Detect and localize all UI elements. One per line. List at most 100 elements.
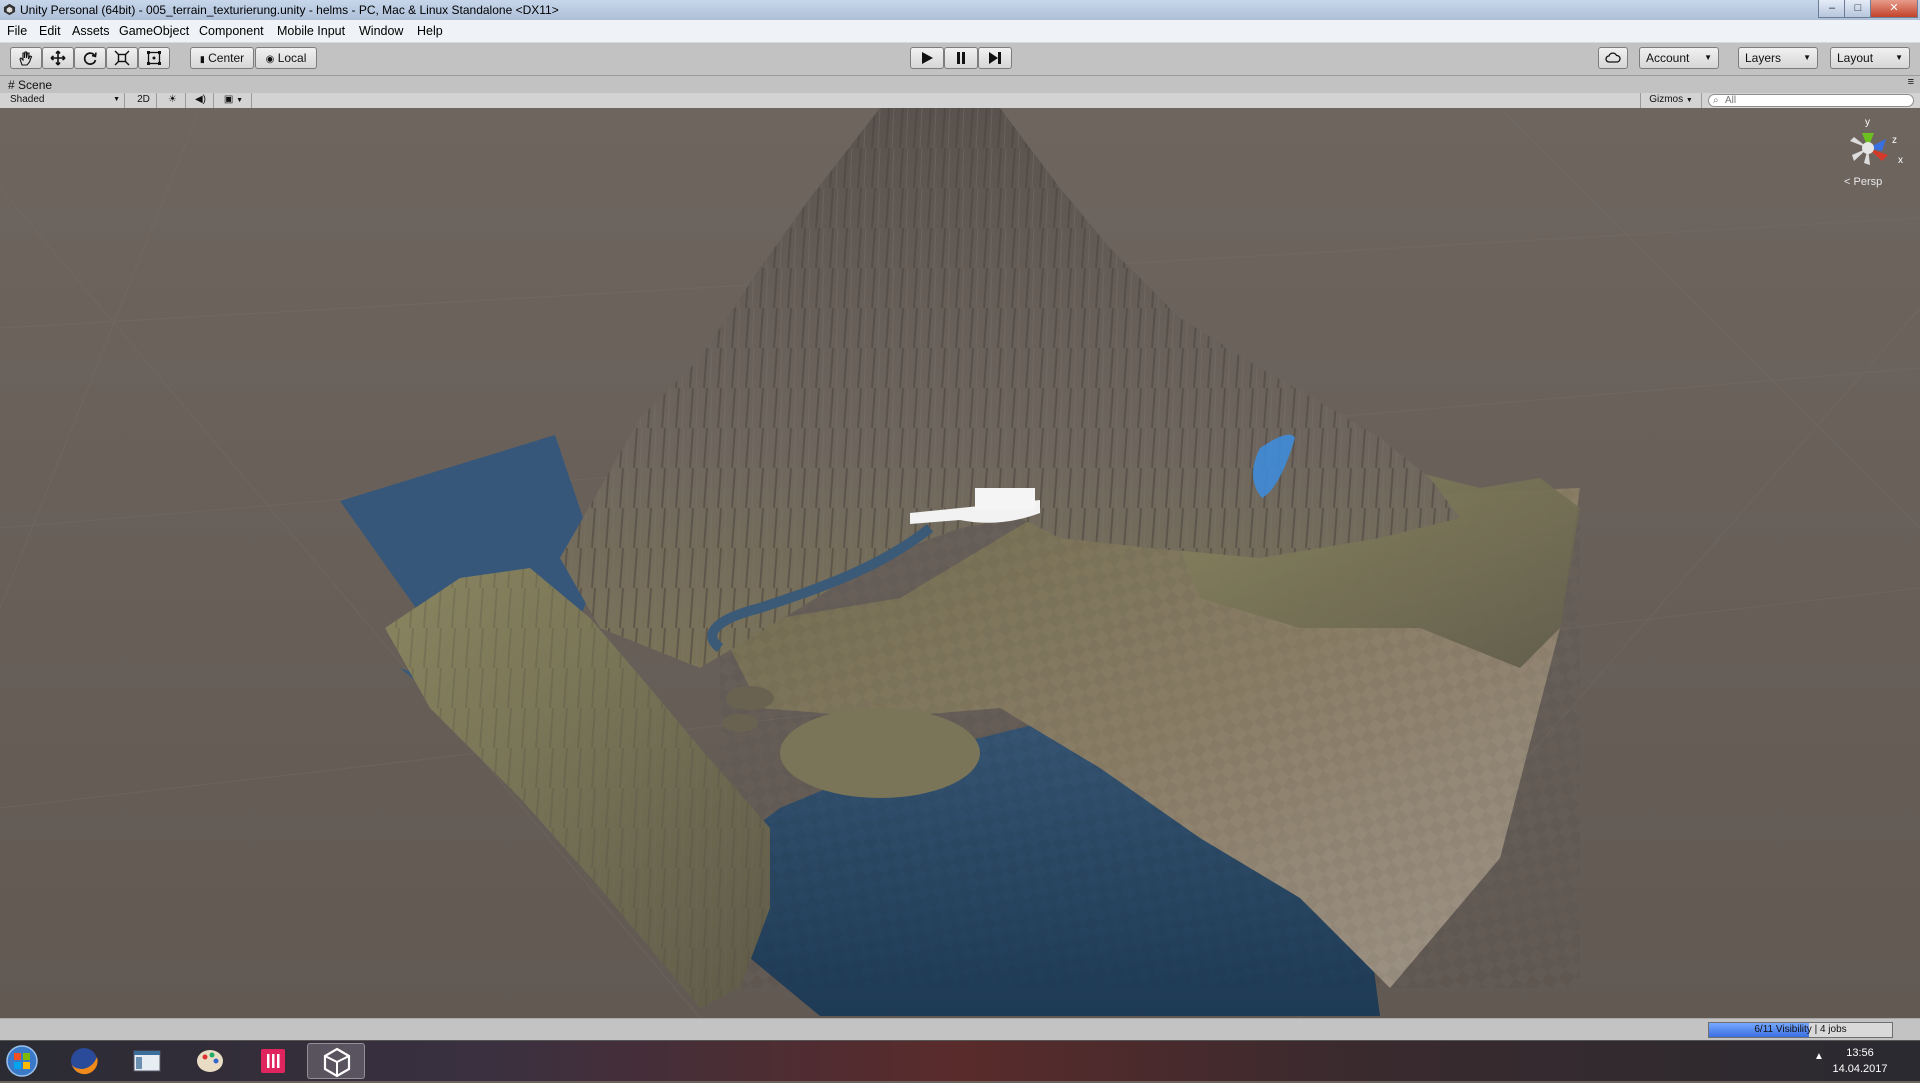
chevron-down-icon: ▼ — [1685, 97, 1693, 104]
space-label: Local — [277, 51, 307, 65]
play-button[interactable] — [910, 47, 944, 69]
menu-help[interactable]: Help — [417, 24, 443, 38]
menu-assets[interactable]: Assets — [72, 24, 110, 38]
windows-orb-icon — [6, 1045, 38, 1077]
layout-dropdown[interactable]: Layout ▼ — [1830, 47, 1910, 69]
minimize-button[interactable]: – — [1818, 0, 1846, 18]
image-icon: ▣ — [223, 94, 234, 105]
menu-edit[interactable]: Edit — [39, 24, 61, 38]
search-icon: ⌕ — [1713, 95, 1719, 106]
projection-toggle[interactable]: < Persp — [1844, 176, 1882, 188]
globe-icon: ◉ — [265, 54, 275, 65]
collab-cloud-button[interactable] — [1598, 47, 1628, 69]
taskbar-paint[interactable] — [181, 1043, 239, 1079]
axis-z-label: z — [1892, 135, 1897, 146]
pause-icon — [957, 52, 965, 64]
shading-mode-dropdown[interactable]: Shaded ▼ — [0, 93, 125, 108]
scene-view-toolbar: Shaded ▼ 2D ☀ ◀) ▣ ▼ Gizmos ▼ ⌕ All — [0, 93, 1920, 109]
maximize-button[interactable]: □ — [1844, 0, 1872, 18]
pivot-icon: ▮ — [199, 54, 205, 64]
scale-icon — [114, 50, 130, 66]
start-button[interactable] — [2, 1043, 50, 1079]
rotate-icon — [83, 52, 97, 65]
scene-search-input[interactable]: ⌕ All — [1708, 94, 1914, 107]
speaker-icon: ◀) — [194, 94, 207, 105]
scene-tab-label: Scene — [18, 78, 53, 92]
axis-x-label: x — [1898, 155, 1903, 166]
move-tool-button[interactable] — [42, 47, 74, 69]
panel-menu-icon[interactable]: ≡ — [1908, 76, 1914, 88]
layout-label: Layout — [1837, 51, 1874, 65]
cloud-icon — [1605, 52, 1621, 63]
menu-window[interactable]: Window — [359, 24, 403, 38]
menu-file[interactable]: File — [7, 24, 27, 38]
axis-gizmo-icon: y z x — [1850, 117, 1903, 166]
taskbar-explorer[interactable] — [118, 1043, 176, 1079]
progress-bar: 6/11 Visibility | 4 jobs — [1708, 1022, 1893, 1038]
persp-label: Persp — [1853, 176, 1883, 188]
effects-dropdown[interactable]: ▣ ▼ — [216, 93, 252, 108]
system-clock[interactable]: 13:56 14.04.2017 — [1820, 1045, 1900, 1077]
pause-button[interactable] — [944, 47, 978, 69]
lighting-toggle[interactable]: ☀ — [160, 93, 186, 108]
status-bar: 6/11 Visibility | 4 jobs — [0, 1018, 1920, 1041]
taskbar-unity[interactable] — [307, 1043, 365, 1079]
chevron-down-icon: ▼ — [236, 97, 244, 104]
layers-label: Layers — [1745, 51, 1782, 65]
chevron-down-icon: ▼ — [113, 96, 120, 103]
orientation-gizmo[interactable]: y z x < Persp — [1830, 113, 1910, 193]
scene-tab-strip: # Scene ≡ — [0, 76, 1920, 93]
window-title: Unity Personal (64bit) - 005_terrain_tex… — [20, 3, 559, 17]
folder-window-icon — [133, 1050, 161, 1072]
gizmos-label: Gizmos — [1649, 94, 1684, 105]
search-placeholder: All — [1725, 95, 1737, 106]
play-icon — [922, 52, 933, 64]
menu-bar: File Edit Assets GameObject Component Mo… — [0, 20, 1920, 43]
unity-logo-icon — [3, 3, 16, 16]
2d-toggle[interactable]: 2D — [131, 93, 157, 108]
terrain-render — [0, 108, 1920, 1018]
rect-tool-button[interactable] — [138, 47, 170, 69]
menu-gameobject[interactable]: GameObject — [119, 24, 189, 38]
scene-viewport[interactable]: y z x < Persp — [0, 108, 1920, 1018]
chevron-down-icon: ▼ — [1704, 53, 1712, 62]
toolbar: ▮ Center ◉ Local Account ▼ Layers ▼ Layo… — [0, 43, 1920, 76]
chevron-down-icon: ▼ — [1803, 53, 1811, 62]
gizmos-dropdown[interactable]: Gizmos ▼ — [1640, 93, 1702, 108]
title-bar: Unity Personal (64bit) - 005_terrain_tex… — [0, 0, 1920, 21]
hand-tool-button[interactable] — [10, 47, 42, 69]
taskbar: ▲ 13:56 14.04.2017 — [0, 1040, 1920, 1081]
move-arrows-icon — [50, 50, 66, 66]
hand-icon — [19, 51, 33, 66]
tab-scene[interactable]: # Scene — [8, 78, 52, 92]
pivot-space-toggle[interactable]: ◉ Local — [255, 47, 317, 69]
audio-toggle[interactable]: ◀) — [188, 93, 214, 108]
step-button[interactable] — [978, 47, 1012, 69]
pivot-center-toggle[interactable]: ▮ Center — [190, 47, 254, 69]
shading-label: Shaded — [10, 94, 45, 105]
account-label: Account — [1646, 51, 1690, 65]
menu-mobile-input[interactable]: Mobile Input — [277, 24, 345, 38]
clock-date: 14.04.2017 — [1832, 1063, 1888, 1075]
scale-tool-button[interactable] — [106, 47, 138, 69]
pivot-label: Center — [208, 51, 245, 65]
red-app-icon — [261, 1049, 285, 1073]
step-icon — [989, 52, 1001, 64]
sun-icon: ☀ — [168, 94, 177, 105]
rect-transform-icon — [147, 51, 161, 65]
taskbar-flag-app[interactable] — [244, 1043, 302, 1079]
persp-arrow-icon: < — [1844, 176, 1851, 188]
palette-icon — [197, 1050, 223, 1072]
taskbar-firefox[interactable] — [55, 1043, 113, 1079]
unity-logo-icon — [323, 1047, 351, 1078]
clock-time: 13:56 — [1846, 1047, 1874, 1059]
firefox-icon — [71, 1048, 98, 1075]
layers-dropdown[interactable]: Layers ▼ — [1738, 47, 1818, 69]
close-button[interactable]: ✕ — [1870, 0, 1918, 18]
rotate-tool-button[interactable] — [74, 47, 106, 69]
axis-y-label: y — [1865, 117, 1870, 128]
menu-component[interactable]: Component — [199, 24, 264, 38]
account-dropdown[interactable]: Account ▼ — [1639, 47, 1719, 69]
chevron-down-icon: ▼ — [1895, 53, 1903, 62]
grid-icon: # — [8, 78, 15, 92]
